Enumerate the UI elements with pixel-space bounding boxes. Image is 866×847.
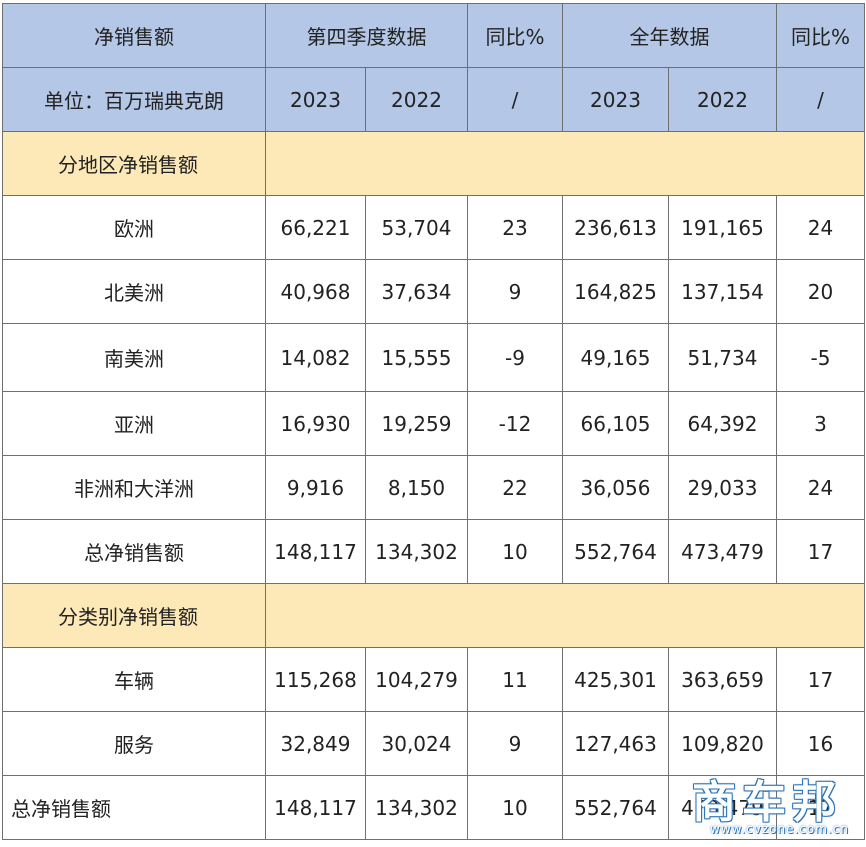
cell-fy-yoy: 24 <box>776 455 865 520</box>
cell-fy-2023: 552,764 <box>562 519 669 584</box>
net-sales-table: 净销售额 第四季度数据 同比% 全年数据 同比% 单位：百万瑞典克朗 2023 … <box>2 3 865 840</box>
cell-q4-2022: 37,634 <box>365 259 468 324</box>
cell-q4-2023: 16,930 <box>265 391 366 456</box>
table-row: 北美洲 40,968 37,634 9 164,825 137,154 20 <box>2 259 865 324</box>
header-yoy-fy: 同比% <box>776 3 865 68</box>
header-row-1: 净销售额 第四季度数据 同比% 全年数据 同比% <box>2 3 865 68</box>
header-row-2: 单位：百万瑞典克朗 2023 2022 / 2023 2022 / <box>2 67 865 132</box>
cell-q4-yoy: 10 <box>467 775 563 840</box>
row-label: 非洲和大洋洲 <box>2 455 266 520</box>
cell-fy-yoy: 16 <box>776 711 865 776</box>
cell-fy-2023: 164,825 <box>562 259 669 324</box>
cell-q4-2022: 134,302 <box>365 775 468 840</box>
cell-fy-yoy: 20 <box>776 259 865 324</box>
header-fy-2023: 2023 <box>562 67 669 132</box>
cell-fy-yoy: 17 <box>776 647 865 712</box>
row-label: 欧洲 <box>2 195 266 260</box>
header-unit: 单位：百万瑞典克朗 <box>2 67 266 132</box>
table-row: 车辆 115,268 104,279 11 425,301 363,659 17 <box>2 647 865 712</box>
cell-fy-yoy: 3 <box>776 391 865 456</box>
cell-fy-2023: 552,764 <box>562 775 669 840</box>
cell-fy-2023: 66,105 <box>562 391 669 456</box>
cell-fy-2022: 29,033 <box>668 455 777 520</box>
section-fill <box>265 583 865 648</box>
cell-fy-2022: 51,734 <box>668 323 777 392</box>
cell-q4-yoy: 10 <box>467 519 563 584</box>
cell-fy-2022: 363,659 <box>668 647 777 712</box>
cell-q4-2023: 9,916 <box>265 455 366 520</box>
section-title: 分类别净销售额 <box>2 583 266 648</box>
cell-fy-2023: 127,463 <box>562 711 669 776</box>
cell-fy-yoy: 17 <box>776 519 865 584</box>
cell-fy-2023: 49,165 <box>562 323 669 392</box>
row-label: 服务 <box>2 711 266 776</box>
header-q4-2022: 2022 <box>365 67 468 132</box>
cell-q4-yoy: -9 <box>467 323 563 392</box>
cell-q4-yoy: -12 <box>467 391 563 456</box>
cell-fy-yoy: -5 <box>776 323 865 392</box>
cell-fy-2023: 236,613 <box>562 195 669 260</box>
table-row: 南美洲 14,082 15,555 -9 49,165 51,734 -5 <box>2 323 865 392</box>
section-fill <box>265 131 865 196</box>
cell-fy-2022: 109,820 <box>668 711 777 776</box>
table-row-total: 总净销售额 148,117 134,302 10 552,764 473,479… <box>2 775 865 840</box>
header-q4-2023: 2023 <box>265 67 366 132</box>
cell-fy-2023: 425,301 <box>562 647 669 712</box>
cell-q4-2023: 148,117 <box>265 775 366 840</box>
cell-q4-yoy: 11 <box>467 647 563 712</box>
table-row: 欧洲 66,221 53,704 23 236,613 191,165 24 <box>2 195 865 260</box>
cell-fy-yoy: 17 <box>776 775 865 840</box>
row-label: 总净销售额 <box>2 519 266 584</box>
header-full-year: 全年数据 <box>562 3 777 68</box>
row-label: 车辆 <box>2 647 266 712</box>
cell-q4-2022: 134,302 <box>365 519 468 584</box>
table-row: 非洲和大洋洲 9,916 8,150 22 36,056 29,033 24 <box>2 455 865 520</box>
cell-q4-2022: 104,279 <box>365 647 468 712</box>
row-label: 南美洲 <box>2 323 266 392</box>
header-yoy-q4: 同比% <box>467 3 563 68</box>
table-row: 亚洲 16,930 19,259 -12 66,105 64,392 3 <box>2 391 865 456</box>
row-label: 北美洲 <box>2 259 266 324</box>
cell-q4-2022: 53,704 <box>365 195 468 260</box>
cell-q4-yoy: 9 <box>467 259 563 324</box>
cell-q4-2022: 8,150 <box>365 455 468 520</box>
table-row-total: 总净销售额 148,117 134,302 10 552,764 473,479… <box>2 519 865 584</box>
cell-q4-2022: 15,555 <box>365 323 468 392</box>
header-q4: 第四季度数据 <box>265 3 468 68</box>
cell-q4-2023: 66,221 <box>265 195 366 260</box>
cell-q4-2023: 32,849 <box>265 711 366 776</box>
cell-fy-2022: 191,165 <box>668 195 777 260</box>
header-slash-q4: / <box>467 67 563 132</box>
cell-fy-2022: 473,479 <box>668 519 777 584</box>
row-label: 亚洲 <box>2 391 266 456</box>
cell-q4-2022: 19,259 <box>365 391 468 456</box>
row-label: 总净销售额 <box>2 775 266 840</box>
cell-fy-2022: 64,392 <box>668 391 777 456</box>
cell-fy-2022: 137,154 <box>668 259 777 324</box>
header-net-sales: 净销售额 <box>2 3 266 68</box>
section-row: 分类别净销售额 <box>2 583 865 648</box>
section-title: 分地区净销售额 <box>2 131 266 196</box>
section-row: 分地区净销售额 <box>2 131 865 196</box>
header-slash-fy: / <box>776 67 865 132</box>
cell-q4-2023: 40,968 <box>265 259 366 324</box>
cell-q4-2023: 115,268 <box>265 647 366 712</box>
cell-fy-yoy: 24 <box>776 195 865 260</box>
cell-fy-2023: 36,056 <box>562 455 669 520</box>
cell-q4-yoy: 9 <box>467 711 563 776</box>
cell-q4-yoy: 22 <box>467 455 563 520</box>
cell-q4-yoy: 23 <box>467 195 563 260</box>
cell-q4-2023: 148,117 <box>265 519 366 584</box>
cell-fy-2022: 473,479 <box>668 775 777 840</box>
cell-q4-2023: 14,082 <box>265 323 366 392</box>
cell-q4-2022: 30,024 <box>365 711 468 776</box>
table-row: 服务 32,849 30,024 9 127,463 109,820 16 <box>2 711 865 776</box>
header-fy-2022: 2022 <box>668 67 777 132</box>
